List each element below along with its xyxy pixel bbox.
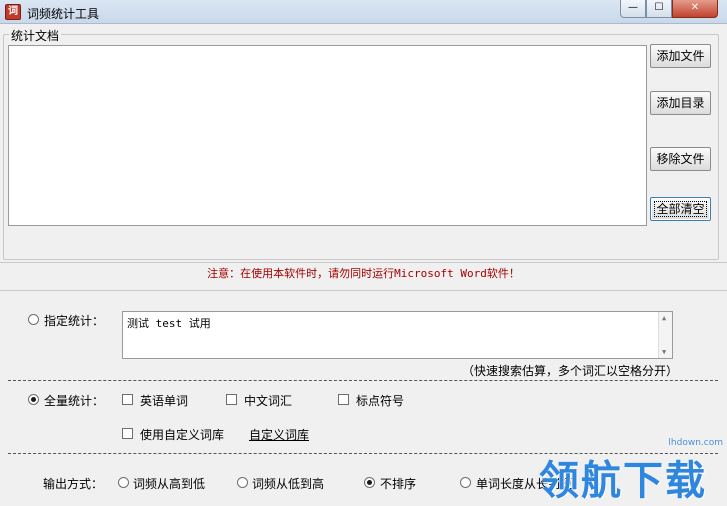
scroll-up-icon[interactable]: ▲ xyxy=(662,314,666,322)
minimize-button[interactable]: — xyxy=(620,0,646,18)
divider xyxy=(0,290,727,291)
app-icon: 词 xyxy=(5,4,21,20)
full-stats-radio[interactable] xyxy=(28,394,39,405)
chinese-words-label: 中文词汇 xyxy=(244,394,293,408)
specified-words-input[interactable]: 测试 test 试用 ▲ ▼ xyxy=(122,311,673,359)
full-stats-label: 全量统计： xyxy=(44,394,105,408)
watermark-url: lhdown.com xyxy=(668,438,723,448)
file-list[interactable] xyxy=(8,45,647,226)
sort-freq-asc-radio[interactable] xyxy=(237,477,248,488)
window-title: 词频统计工具 xyxy=(27,7,100,21)
output-mode-label: 输出方式： xyxy=(43,477,104,491)
notice-prefix: 注意：在使用本软件时，请勿同时运行 xyxy=(207,267,395,280)
add-file-button[interactable]: 添加文件 xyxy=(650,44,711,68)
punctuation-checkbox[interactable] xyxy=(338,394,349,405)
punctuation-label: 标点符号 xyxy=(356,394,405,408)
clear-all-label: 全部清空 xyxy=(654,201,707,217)
maximize-button[interactable]: ☐ xyxy=(646,0,672,18)
no-sort-label: 不排序 xyxy=(380,477,417,491)
clear-all-button[interactable]: 全部清空 xyxy=(650,197,711,221)
sort-freq-desc-radio[interactable] xyxy=(118,477,129,488)
notice-app: Microsoft Word xyxy=(394,267,487,280)
remove-file-button[interactable]: 移除文件 xyxy=(650,147,711,171)
scroll-down-icon[interactable]: ▼ xyxy=(662,348,666,356)
specified-stats-label: 指定统计： xyxy=(44,314,105,328)
add-directory-button[interactable]: 添加目录 xyxy=(650,91,711,115)
english-words-checkbox[interactable] xyxy=(122,394,133,405)
notice-suffix: 软件！ xyxy=(486,267,520,280)
specified-words-value: 测试 test 试用 xyxy=(127,317,211,330)
watermark-logo: 领航下载 xyxy=(539,458,707,504)
specified-stats-radio[interactable] xyxy=(28,314,39,325)
custom-dictionary-label: 使用自定义词库 xyxy=(140,428,225,442)
sort-freq-desc-label: 词频从高到低 xyxy=(133,477,206,491)
dashed-divider xyxy=(8,380,718,381)
english-words-label: 英语单词 xyxy=(140,394,189,408)
specified-hint: （快速搜索估算，多个词汇以空格分开） xyxy=(462,364,679,378)
sort-length-desc-radio[interactable] xyxy=(460,477,471,488)
custom-dictionary-checkbox[interactable] xyxy=(122,428,133,439)
divider xyxy=(0,262,727,263)
custom-dictionary-link[interactable]: 自定义词库 xyxy=(249,426,309,443)
sort-freq-asc-label: 词频从低到高 xyxy=(252,477,325,491)
documents-group-label: 统计文档 xyxy=(9,27,62,44)
chinese-words-checkbox[interactable] xyxy=(226,394,237,405)
notice-text: 注意：在使用本软件时，请勿同时运行Microsoft Word软件！ xyxy=(0,265,727,281)
watermark: lhdown.com 领航下载 xyxy=(537,438,727,504)
title-bar: 词 词频统计工具 — ☐ ✕ xyxy=(0,0,727,24)
textarea-scrollbar[interactable]: ▲ ▼ xyxy=(658,312,672,358)
close-button[interactable]: ✕ xyxy=(672,0,718,18)
no-sort-radio[interactable] xyxy=(364,477,375,488)
